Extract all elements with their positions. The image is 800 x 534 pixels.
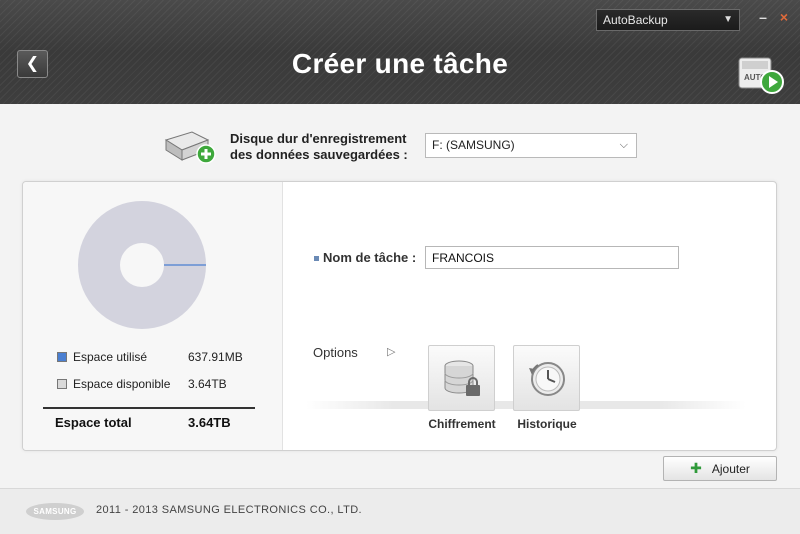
plus-icon: ✚ bbox=[690, 460, 702, 476]
app-selector-value: AutoBackup bbox=[603, 13, 668, 27]
used-space-value: 637.91MB bbox=[188, 350, 243, 364]
minimize-button[interactable]: – bbox=[754, 8, 772, 26]
encryption-option-button[interactable] bbox=[428, 345, 495, 411]
options-expand-icon[interactable]: ▷ bbox=[387, 345, 395, 358]
options-label: Options bbox=[313, 345, 358, 360]
header-bar: AutoBackup ▼ – × ❮ Créer une tâche AUTO bbox=[0, 0, 800, 104]
disk-label: Disque dur d'enregistrement des données … bbox=[230, 131, 408, 163]
disk-dropdown-value: F: (SAMSUNG) bbox=[432, 138, 515, 152]
task-name-input[interactable] bbox=[425, 246, 679, 269]
add-button-label: Ajouter bbox=[711, 462, 750, 476]
used-space-swatch bbox=[57, 352, 67, 362]
add-button[interactable]: ✚ Ajouter bbox=[663, 456, 777, 481]
total-divider bbox=[43, 407, 255, 409]
samsung-logo: SAMSUNG bbox=[26, 503, 84, 520]
clock-history-icon bbox=[529, 362, 565, 396]
page-title: Créer une tâche bbox=[291, 48, 509, 79]
autobackup-icon[interactable]: AUTO bbox=[736, 52, 786, 96]
copyright-text: 2011 - 2013 SAMSUNG ELECTRONICS CO., LTD… bbox=[96, 504, 363, 516]
chevron-down-icon: ⌵ bbox=[619, 139, 628, 151]
available-space-swatch bbox=[57, 379, 67, 389]
task-name-label: Nom de tâche : bbox=[323, 250, 417, 265]
used-space-label: Espace utilisé bbox=[73, 350, 148, 364]
hard-disk-add-icon bbox=[164, 131, 216, 164]
encryption-option-label: Chiffrement bbox=[428, 417, 496, 431]
bullet-icon bbox=[314, 256, 319, 261]
footer: SAMSUNG 2011 - 2013 SAMSUNG ELECTRONICS … bbox=[0, 488, 800, 534]
total-space-label: Espace total bbox=[55, 415, 132, 430]
close-button[interactable]: × bbox=[775, 8, 793, 26]
chevron-down-icon: ▼ bbox=[723, 14, 733, 25]
storage-summary: Espace utilisé 637.91MB Espace disponibl… bbox=[23, 182, 283, 450]
history-option-button[interactable] bbox=[513, 345, 580, 411]
disk-label-line2: des données sauvegardées : bbox=[230, 147, 408, 162]
available-space-value: 3.64TB bbox=[188, 377, 227, 391]
database-lock-icon bbox=[444, 360, 480, 396]
storage-donut-chart bbox=[78, 201, 206, 329]
donut-hole bbox=[120, 243, 164, 287]
disk-label-line1: Disque dur d'enregistrement bbox=[230, 131, 407, 146]
total-space-value: 3.64TB bbox=[188, 415, 231, 430]
disk-dropdown[interactable]: F: (SAMSUNG) ⌵ bbox=[425, 133, 637, 158]
task-panel: Espace utilisé 637.91MB Espace disponibl… bbox=[22, 181, 777, 451]
history-option-label: Historique bbox=[517, 417, 577, 431]
available-space-label: Espace disponible bbox=[73, 377, 171, 391]
app-selector-dropdown[interactable]: AutoBackup ▼ bbox=[596, 9, 740, 31]
